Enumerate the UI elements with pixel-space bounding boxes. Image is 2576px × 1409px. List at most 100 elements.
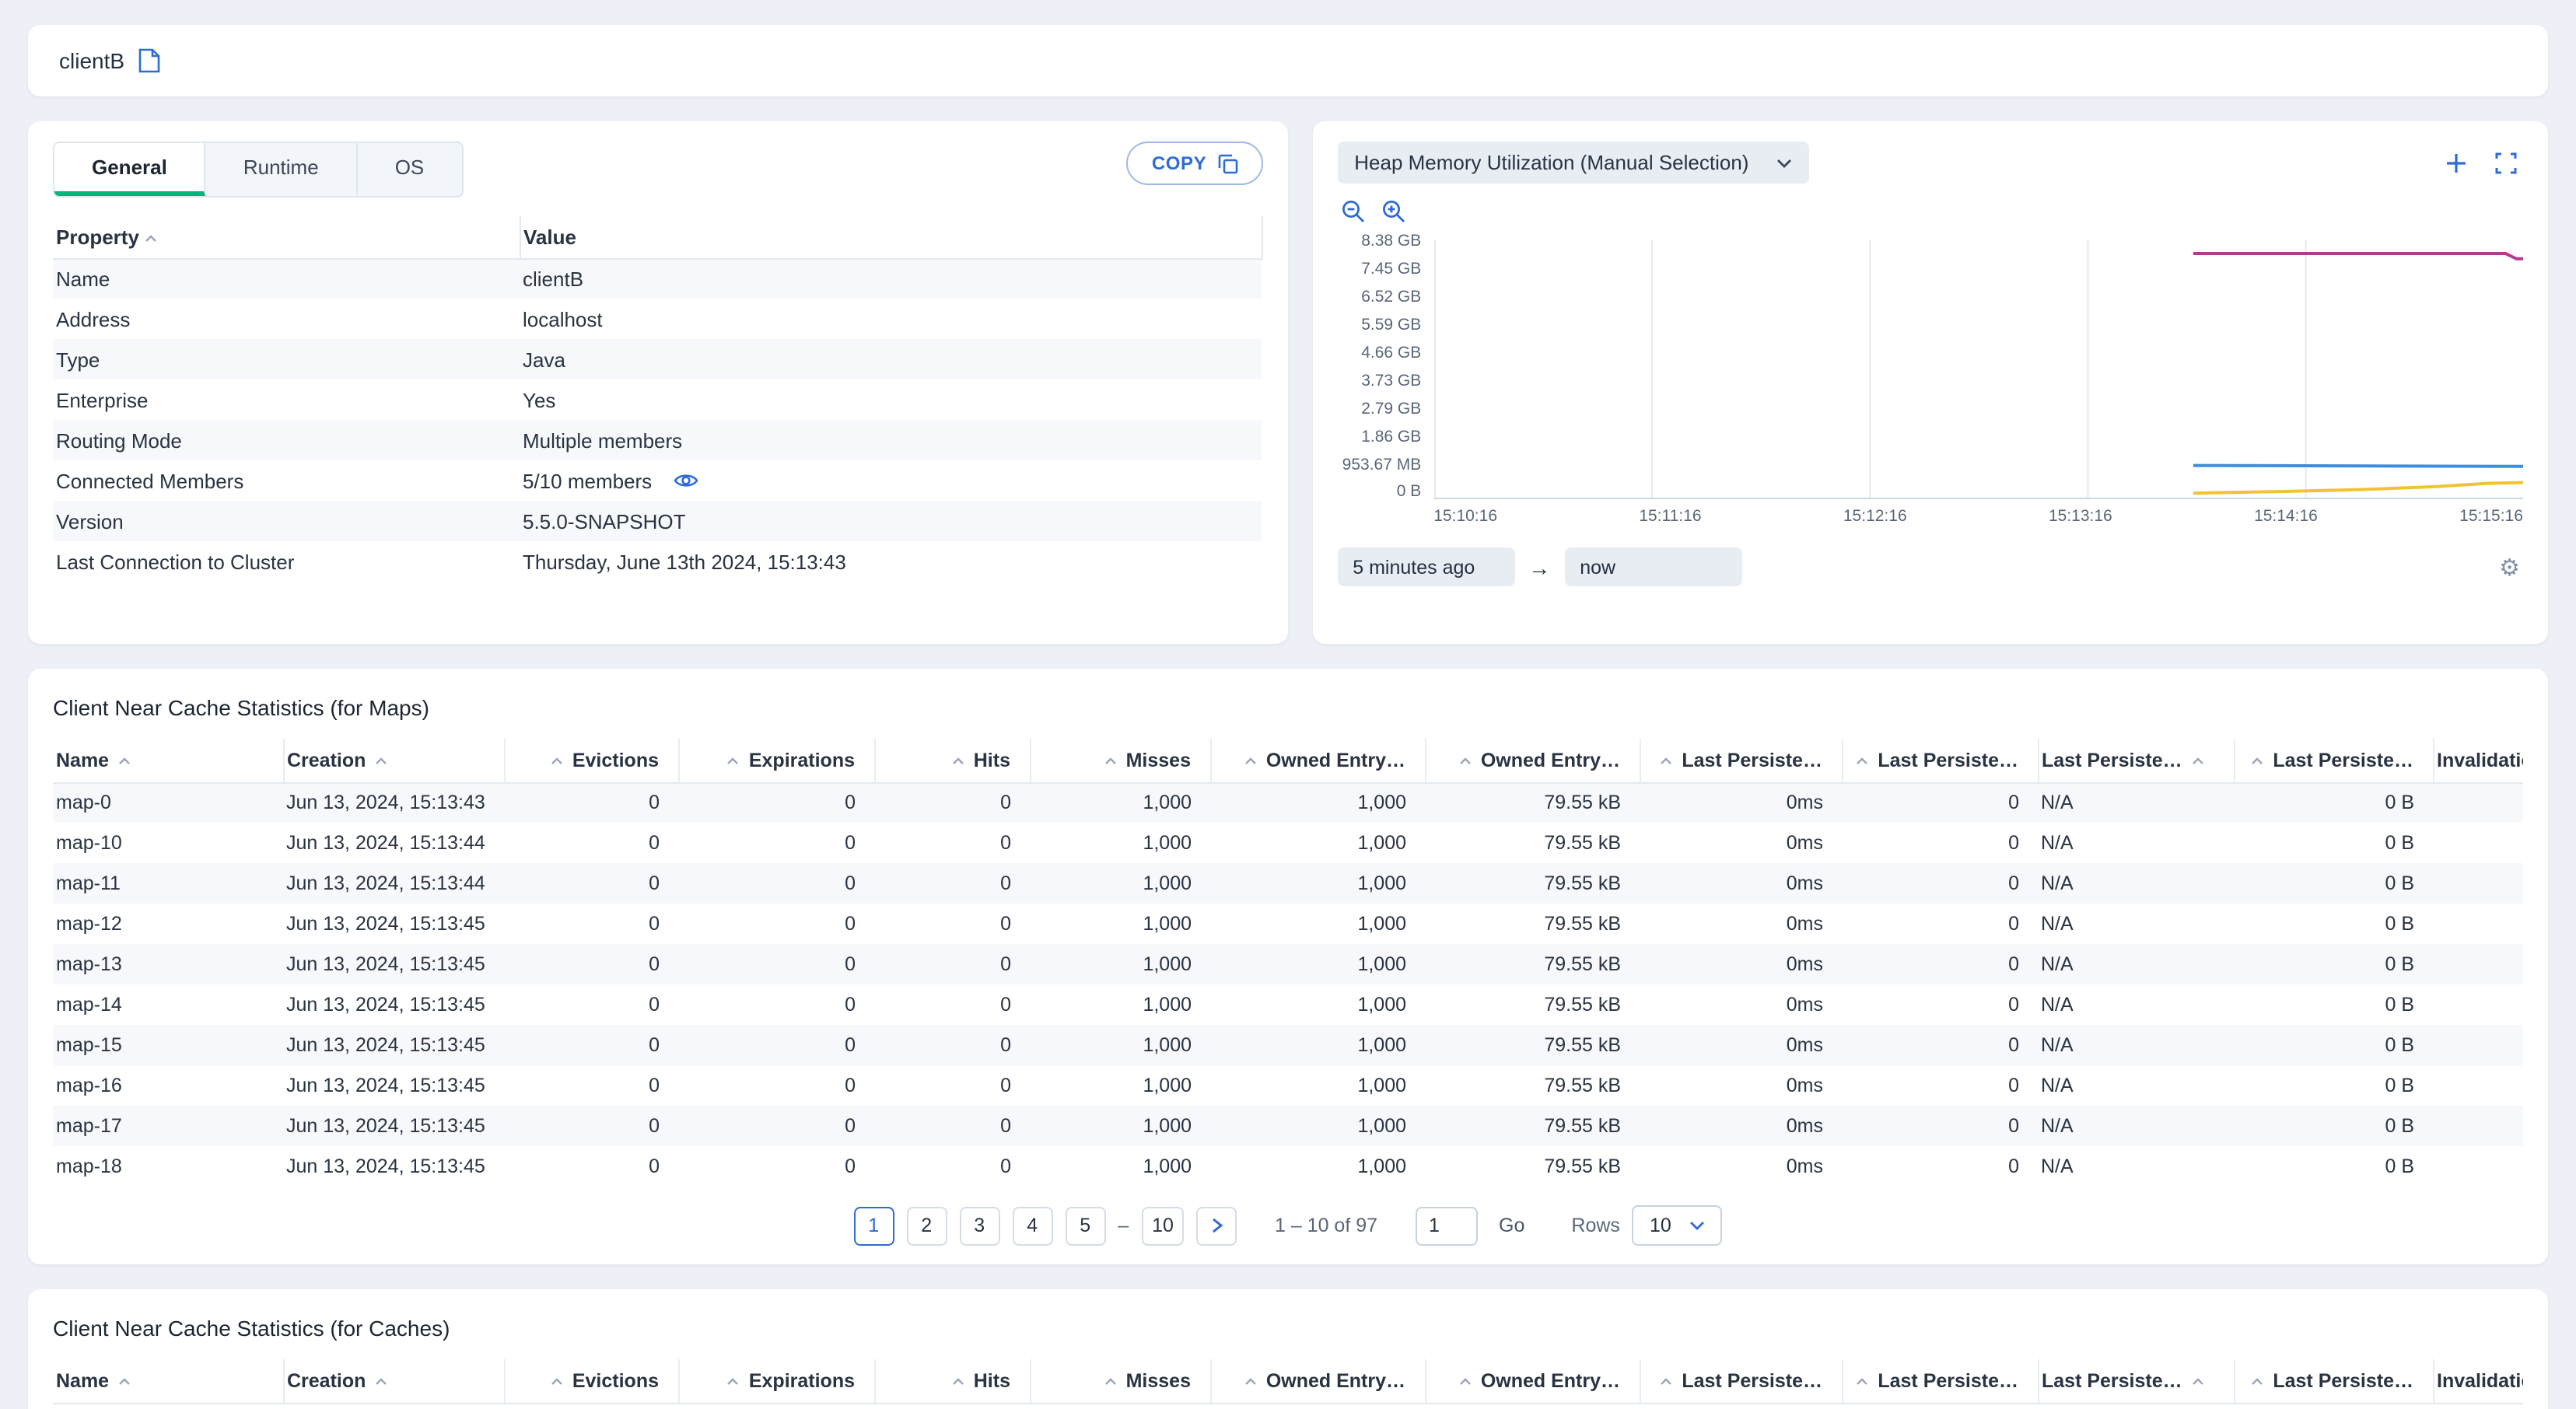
time-to-input[interactable]: now xyxy=(1564,547,1742,586)
column-header-12-invalidations[interactable]: Invalidations xyxy=(2433,739,2523,783)
chart-plot-area[interactable]: 15:10:16 15:11:16 15:12:16 15:13:16 15:14:16… xyxy=(1433,233,2523,526)
column-header-7-owned-entry-[interactable]: Owned Entry… xyxy=(1425,1359,1640,1404)
tab-general[interactable]: General xyxy=(54,143,206,196)
table-row[interactable]: map-10 Jun 13, 2024, 15:13:44 0 0 0 1,000 1,00… xyxy=(53,823,2523,863)
column-header-9-last-persiste-[interactable]: Last Persiste… xyxy=(1842,739,2039,783)
table-row[interactable]: map-12 Jun 13, 2024, 15:13:45 0 0 0 1,000 1,00… xyxy=(53,904,2523,944)
cell: 1,000 xyxy=(1143,792,1192,814)
column-header-0-name[interactable]: Name xyxy=(53,739,284,783)
cell: 1,000 xyxy=(1143,1075,1192,1096)
page-button-4[interactable]: 4 xyxy=(1012,1206,1053,1245)
pagination: 1 2 3 4 5 – 10 1 – 10 of 97 Go Rows 10 xyxy=(53,1205,2523,1246)
cell: 0 xyxy=(649,832,660,854)
property-name: Enterprise xyxy=(56,388,149,411)
column-header-9-last-persiste-[interactable]: Last Persiste… xyxy=(1842,1359,2039,1404)
column-header-6-owned-entry-[interactable]: Owned Entry… xyxy=(1210,739,1426,783)
column-header-10-last-persiste-[interactable]: Last Persiste… xyxy=(2038,739,2235,783)
copy-button-label: COPY xyxy=(1151,152,1207,174)
tab-group: General Runtime OS xyxy=(53,142,464,198)
rows-per-page-select[interactable]: 10 xyxy=(1632,1205,1723,1246)
column-header-4-hits[interactable]: Hits xyxy=(874,1359,1031,1404)
table-row[interactable]: map-0 Jun 13, 2024, 15:13:43 0 0 0 1,000 1,000… xyxy=(53,782,2523,823)
cell: N/A xyxy=(2041,913,2074,935)
chart-canvas[interactable] xyxy=(1433,233,2523,501)
chevron-down-icon xyxy=(1690,1222,1705,1230)
column-header-2-evictions[interactable]: Evictions xyxy=(504,739,679,783)
section-title-caches: Client Near Cache Statistics (for Caches… xyxy=(53,1316,450,1341)
column-header-1-creation[interactable]: Creation xyxy=(283,739,505,783)
column-header-11-last-persiste-[interactable]: Last Persiste… xyxy=(2234,739,2434,783)
column-header-12-invalidations[interactable]: Invalidations xyxy=(2433,1359,2523,1404)
go-button[interactable]: Go xyxy=(1499,1215,1524,1236)
cell: 0 xyxy=(1000,953,1011,975)
cell: 0 xyxy=(2008,994,2019,1016)
metric-selector-dropdown[interactable]: Heap Memory Utilization (Manual Selectio… xyxy=(1337,142,1810,184)
column-label: Invalidations xyxy=(2437,1369,2523,1392)
page-number-input[interactable] xyxy=(1415,1206,1478,1245)
property-column-header[interactable]: Property xyxy=(53,216,520,259)
chart-actions xyxy=(2445,152,2517,173)
table-row[interactable]: map-15 Jun 13, 2024, 15:13:45 0 0 0 1,000 1,00… xyxy=(53,1025,2523,1065)
zoom-controls xyxy=(1340,199,2523,224)
cell: 79.55 kB xyxy=(1544,953,1621,975)
cell: 0 xyxy=(649,1034,660,1056)
page-button-5[interactable]: 5 xyxy=(1065,1206,1106,1245)
cell xyxy=(2433,1146,2523,1187)
y-axis-labels: 8.38 GB 7.45 GB 6.52 GB 5.59 GB 4.66 GB 3.73 … xyxy=(1337,233,1433,501)
column-label: Last Persiste… xyxy=(2042,749,2182,771)
next-page-button[interactable] xyxy=(1196,1206,1237,1245)
cell: Jun 13, 2024, 15:13:44 xyxy=(286,872,485,894)
tab-os[interactable]: OS xyxy=(358,143,462,196)
copy-button[interactable]: COPY xyxy=(1126,142,1263,185)
zoom-in-icon[interactable] xyxy=(1381,199,1405,224)
column-header-5-misses[interactable]: Misses xyxy=(1030,1359,1211,1404)
property-value: 5/10 members xyxy=(520,460,1262,501)
metrics-chart-card: Heap Memory Utilization (Manual Selectio… xyxy=(1312,121,2548,644)
fullscreen-icon[interactable] xyxy=(2495,152,2517,173)
column-header-5-misses[interactable]: Misses xyxy=(1030,739,1211,783)
zoom-out-icon[interactable] xyxy=(1340,199,1365,224)
time-from-input[interactable]: 5 minutes ago xyxy=(1337,547,1515,586)
column-header-11-last-persiste-[interactable]: Last Persiste… xyxy=(2234,1359,2434,1404)
column-header-3-expirations[interactable]: Expirations xyxy=(678,1359,875,1404)
column-header-10-last-persiste-[interactable]: Last Persiste… xyxy=(2038,1359,2235,1404)
page-button-3[interactable]: 3 xyxy=(959,1206,1000,1245)
x-axis-tick-label: 15:10:16 xyxy=(1433,507,1497,526)
column-header-1-creation[interactable]: Creation xyxy=(283,1359,505,1404)
add-chart-icon[interactable] xyxy=(2445,152,2467,173)
column-header-7-owned-entry-[interactable]: Owned Entry… xyxy=(1425,739,1640,783)
column-header-8-last-persiste-[interactable]: Last Persiste… xyxy=(1640,1359,1843,1404)
sort-icon xyxy=(145,234,157,242)
table-row: Enterprise Yes xyxy=(53,379,1262,420)
y-axis-tick-label: 8.38 GB xyxy=(1361,232,1422,250)
cell: Jun 13, 2024, 15:13:45 xyxy=(286,994,485,1016)
near-cache-caches-table: Name Creation Evictions Expirations Hits Miss… xyxy=(53,1359,2523,1404)
settings-gear-icon[interactable]: ⚙ xyxy=(2499,553,2520,581)
eye-icon[interactable] xyxy=(674,471,698,490)
table-row[interactable]: map-11 Jun 13, 2024, 15:13:44 0 0 0 1,000 1,00… xyxy=(53,863,2523,904)
page-button-2[interactable]: 2 xyxy=(906,1206,947,1245)
column-header-4-hits[interactable]: Hits xyxy=(874,739,1031,783)
cell: 79.55 kB xyxy=(1544,994,1621,1016)
x-axis-labels: 15:10:16 15:11:16 15:12:16 15:13:16 15:14:16… xyxy=(1433,507,2523,526)
property-value: Java xyxy=(523,348,565,371)
chart-line-heap-series-yellow xyxy=(2193,481,2523,495)
table-row[interactable]: map-17 Jun 13, 2024, 15:13:45 0 0 0 1,000 1,00… xyxy=(53,1106,2523,1146)
column-header-3-expirations[interactable]: Expirations xyxy=(678,739,875,783)
column-header-8-last-persiste-[interactable]: Last Persiste… xyxy=(1640,739,1843,783)
document-icon[interactable] xyxy=(138,48,160,73)
table-row[interactable]: map-16 Jun 13, 2024, 15:13:45 0 0 0 1,000 1,00… xyxy=(53,1065,2523,1106)
table-row[interactable]: map-14 Jun 13, 2024, 15:13:45 0 0 0 1,000 1,00… xyxy=(53,984,2523,1025)
property-header-label: Property xyxy=(56,225,139,249)
cell: 0 xyxy=(845,832,856,854)
table-row[interactable]: map-13 Jun 13, 2024, 15:13:45 0 0 0 1,000 1,00… xyxy=(53,944,2523,984)
table-row[interactable]: map-18 Jun 13, 2024, 15:13:45 0 0 0 1,000 1,00… xyxy=(53,1146,2523,1187)
page-button-1[interactable]: 1 xyxy=(853,1206,894,1245)
cell: 79.55 kB xyxy=(1544,792,1621,814)
page-button-last[interactable]: 10 xyxy=(1141,1206,1185,1245)
tab-runtime[interactable]: Runtime xyxy=(206,143,358,196)
column-header-6-owned-entry-[interactable]: Owned Entry… xyxy=(1210,1359,1426,1404)
cell: Jun 13, 2024, 15:13:44 xyxy=(286,832,485,854)
column-header-0-name[interactable]: Name xyxy=(53,1359,284,1404)
column-header-2-evictions[interactable]: Evictions xyxy=(504,1359,679,1404)
